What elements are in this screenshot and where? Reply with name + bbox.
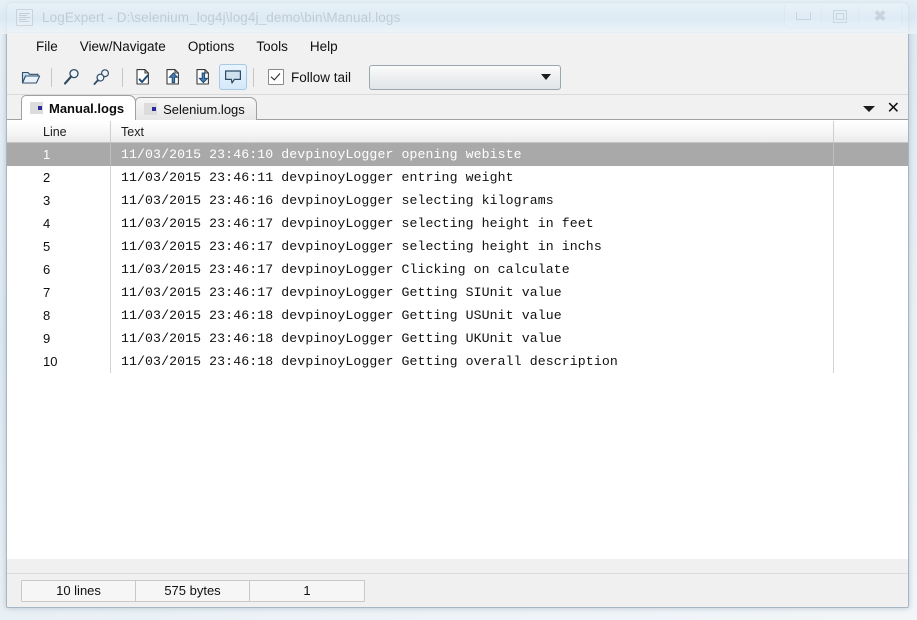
table-row[interactable]: 1011/03/2015 23:46:18 devpinoyLogger Get… <box>7 350 908 373</box>
status-line-count: 10 lines <box>22 581 136 601</box>
column-rule <box>33 143 34 559</box>
tab-bar: Manual.logs Selenium.logs ✕ <box>7 95 908 120</box>
maximize-icon <box>833 10 847 23</box>
cell-line-number: 1 <box>33 143 111 166</box>
search-icon <box>62 68 82 86</box>
checkbox-checked-icon <box>268 69 284 85</box>
bookmark-next-icon <box>193 68 213 86</box>
bookmark-next-button[interactable] <box>189 64 217 90</box>
chevron-down-icon[interactable] <box>863 106 875 112</box>
tab-selenium-logs[interactable]: Selenium.logs <box>135 97 257 120</box>
bookmark-comment-icon <box>223 68 243 86</box>
log-file-icon <box>144 103 157 115</box>
bookmark-toggle-button[interactable] <box>129 64 157 90</box>
toolbar-separator <box>122 68 123 87</box>
cell-line-number: 2 <box>33 166 111 189</box>
bookmark-toggle-icon <box>133 68 153 86</box>
grid-header: Line Text <box>7 121 908 143</box>
table-row[interactable]: 711/03/2015 23:46:17 devpinoyLogger Gett… <box>7 281 908 304</box>
menu-item-options[interactable]: Options <box>177 36 246 57</box>
cell-line-number: 8 <box>33 304 111 327</box>
bookmark-previous-button[interactable] <box>159 64 187 90</box>
cell-line-number: 3 <box>33 189 111 212</box>
cell-line-number: 7 <box>33 281 111 304</box>
cell-log-text: 11/03/2015 23:46:17 devpinoyLogger selec… <box>111 235 834 258</box>
window-controls: ✖ <box>784 5 902 28</box>
logexpert-window: LogExpert - D:\selenium_log4j\log4j_demo… <box>6 2 909 608</box>
follow-tail-checkbox[interactable]: Follow tail <box>268 69 351 85</box>
cell-log-text: 11/03/2015 23:46:18 devpinoyLogger Getti… <box>111 327 834 350</box>
follow-tail-label: Follow tail <box>291 70 351 85</box>
status-panels: 10 lines 575 bytes 1 <box>21 580 365 602</box>
title-bar: LogExpert - D:\selenium_log4j\log4j_demo… <box>7 3 908 33</box>
close-button[interactable]: ✖ <box>859 5 901 27</box>
window-title: LogExpert - D:\selenium_log4j\log4j_demo… <box>42 10 400 25</box>
cell-log-text: 11/03/2015 23:46:17 devpinoyLogger selec… <box>111 212 834 235</box>
filter-combobox[interactable] <box>369 65 561 90</box>
table-row[interactable]: 811/03/2015 23:46:18 devpinoyLogger Gett… <box>7 304 908 327</box>
cell-log-text: 11/03/2015 23:46:17 devpinoyLogger Click… <box>111 258 834 281</box>
table-row[interactable]: 911/03/2015 23:46:18 devpinoyLogger Gett… <box>7 327 908 350</box>
cell-line-number: 4 <box>33 212 111 235</box>
table-row[interactable]: 211/03/2015 23:46:11 devpinoyLogger entr… <box>7 166 908 189</box>
tab-manual-logs[interactable]: Manual.logs <box>21 95 136 120</box>
desktop-background: LogExpert - D:\selenium_log4j\log4j_demo… <box>0 0 917 620</box>
bookmark-comment-button[interactable] <box>219 64 247 90</box>
menu-item-view-navigate[interactable]: View/Navigate <box>69 36 177 57</box>
cell-line-number: 6 <box>33 258 111 281</box>
table-row[interactable]: 411/03/2015 23:46:17 devpinoyLogger sele… <box>7 212 908 235</box>
minimize-icon <box>796 12 811 20</box>
grid-body: 111/03/2015 23:46:10 devpinoyLogger open… <box>7 143 908 373</box>
table-row[interactable]: 611/03/2015 23:46:17 devpinoyLogger Clic… <box>7 258 908 281</box>
cell-log-text: 11/03/2015 23:46:18 devpinoyLogger Getti… <box>111 304 834 327</box>
bookmark-previous-icon <box>163 68 183 86</box>
menu-item-file[interactable]: File <box>25 36 69 57</box>
search-again-button[interactable] <box>88 64 116 90</box>
search-button[interactable] <box>58 64 86 90</box>
tab-label: Manual.logs <box>49 101 124 116</box>
cell-log-text: 11/03/2015 23:46:18 devpinoyLogger Getti… <box>111 350 834 373</box>
status-current-line: 1 <box>250 581 364 601</box>
maximize-button[interactable] <box>822 5 859 27</box>
status-byte-count: 575 bytes <box>136 581 250 601</box>
menu-bar: File View/Navigate Options Tools Help <box>7 33 908 60</box>
cell-log-text: 11/03/2015 23:46:17 devpinoyLogger Getti… <box>111 281 834 304</box>
search-again-icon <box>92 68 112 86</box>
menu-item-tools[interactable]: Tools <box>245 36 299 57</box>
close-icon: ✖ <box>874 9 887 24</box>
open-file-icon <box>21 68 41 86</box>
status-bar: 10 lines 575 bytes 1 <box>7 573 908 607</box>
cell-line-number: 9 <box>33 327 111 350</box>
document-lines-icon <box>16 9 33 26</box>
column-header-line[interactable]: Line <box>33 121 111 142</box>
toolbar-separator <box>51 68 52 87</box>
cell-line-number: 10 <box>33 350 111 373</box>
toolbar-separator <box>253 68 254 87</box>
toolbar: Follow tail <box>7 60 908 95</box>
column-header-text[interactable]: Text <box>111 121 834 142</box>
table-row[interactable]: 511/03/2015 23:46:17 devpinoyLogger sele… <box>7 235 908 258</box>
table-row[interactable]: 111/03/2015 23:46:10 devpinoyLogger open… <box>7 143 908 166</box>
tab-label: Selenium.logs <box>163 102 245 117</box>
open-file-button[interactable] <box>17 64 45 90</box>
cell-log-text: 11/03/2015 23:46:16 devpinoyLogger selec… <box>111 189 834 212</box>
cell-line-number: 5 <box>33 235 111 258</box>
table-row[interactable]: 311/03/2015 23:46:16 devpinoyLogger sele… <box>7 189 908 212</box>
menu-item-help[interactable]: Help <box>299 36 349 57</box>
close-icon[interactable]: ✕ <box>887 101 900 117</box>
cell-log-text: 11/03/2015 23:46:10 devpinoyLogger openi… <box>111 143 834 166</box>
cell-log-text: 11/03/2015 23:46:11 devpinoyLogger entri… <box>111 166 834 189</box>
tab-bar-controls: ✕ <box>863 101 900 117</box>
log-grid[interactable]: Line Text 111/03/2015 23:46:10 devpinoyL… <box>7 120 908 559</box>
chevron-down-icon <box>541 74 551 80</box>
minimize-button[interactable] <box>785 5 822 27</box>
log-file-icon <box>30 102 43 114</box>
